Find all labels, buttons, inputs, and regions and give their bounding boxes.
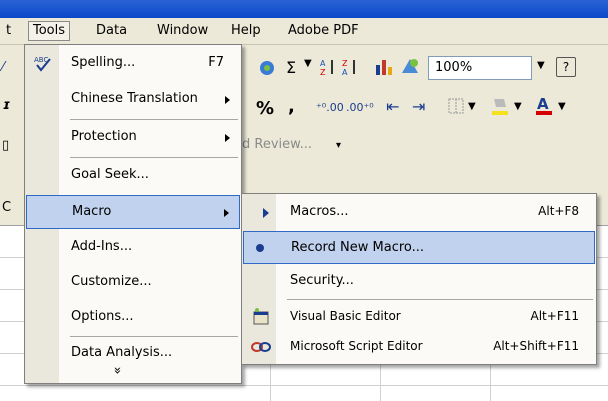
menu-item-label: Visual Basic Editor <box>290 309 401 323</box>
menu-item-label: Security... <box>290 273 354 288</box>
help-icon[interactable]: ? <box>556 57 576 77</box>
spelling-check-icon: ABC <box>34 56 51 72</box>
menu-item-label: Macros... <box>290 204 349 219</box>
menu-item-macros[interactable]: Macros... Alt+F8 <box>243 196 595 229</box>
menu-item-macro[interactable]: Macro <box>26 195 240 229</box>
visual-basic-editor-icon <box>253 308 269 325</box>
autosum-icon[interactable]: Σ <box>286 58 296 77</box>
menu-bar: t Tools Data Window Help Adobe PDF <box>0 18 608 45</box>
zoom-value: 100% <box>435 60 473 75</box>
menu-item-security[interactable]: Security... <box>243 265 595 298</box>
record-icon <box>256 244 264 252</box>
menu-tools[interactable]: Tools <box>28 21 71 41</box>
macro-submenu: Macros... Alt+F8 Record New Macro... Sec… <box>241 193 597 365</box>
menu-data[interactable]: Data <box>92 22 131 40</box>
menu-separator <box>70 157 238 158</box>
menu-item-label: Goal Seek... <box>71 167 149 182</box>
svg-text:Z: Z <box>320 68 326 77</box>
hyperlink-icon[interactable] <box>258 59 276 77</box>
svg-text:A: A <box>537 95 549 113</box>
menu-item-shortcut: Alt+Shift+F11 <box>493 339 579 353</box>
menu-item-visual-basic-editor[interactable]: Visual Basic Editor Alt+F11 <box>243 301 595 334</box>
svg-text:A: A <box>320 59 326 68</box>
sort-descending-icon[interactable]: Z A <box>342 57 358 77</box>
zoom-dropdown-icon[interactable]: ▼ <box>537 60 545 71</box>
font-color-dropdown-icon[interactable]: ▼ <box>558 101 566 112</box>
italic-button-partial[interactable]: ɪ <box>3 98 10 113</box>
autosum-dropdown-icon[interactable]: ▼ <box>304 58 312 69</box>
borders-icon[interactable] <box>448 98 464 114</box>
menu-item-label: Protection <box>71 129 137 144</box>
sort-ascending-icon[interactable]: A Z <box>320 57 336 77</box>
review-dropdown-icon[interactable]: ▾ <box>336 140 341 151</box>
fill-color-dropdown-icon[interactable]: ▼ <box>514 101 522 112</box>
menu-item-add-ins[interactable]: Add-Ins... <box>26 231 240 265</box>
menu-item-options[interactable]: Options... <box>26 301 240 335</box>
gridline <box>0 385 608 386</box>
menu-item-shortcut: Alt+F8 <box>538 204 579 218</box>
fill-color-icon[interactable] <box>490 95 510 117</box>
menu-item-label: Spelling... <box>71 55 136 70</box>
title-bar <box>0 0 608 18</box>
menu-item-label: Record New Macro... <box>291 240 425 255</box>
comma-style-button[interactable]: , <box>288 96 295 117</box>
menu-item-protection[interactable]: Protection <box>26 121 240 155</box>
menu-item-shortcut: F7 <box>208 55 224 70</box>
menu-item-spelling[interactable]: ABC Spelling... F7 <box>26 47 240 81</box>
toolbar-edge-icon[interactable]: ⁄ <box>2 60 4 75</box>
menu-separator <box>287 299 593 300</box>
menu-item-label: Chinese Translation <box>71 91 198 106</box>
menu-item-label: Macro <box>72 204 112 219</box>
svg-text:Z: Z <box>342 59 348 68</box>
expand-menu-chevron-icon[interactable]: » <box>109 367 124 375</box>
reply-with-changes-label[interactable]: d Review... <box>242 137 312 152</box>
drawing-icon[interactable] <box>400 57 420 77</box>
decrease-decimal-icon[interactable]: .00⁺⁰ <box>346 101 374 114</box>
menu-separator <box>70 119 238 120</box>
menu-window[interactable]: Window <box>153 22 212 40</box>
svg-text:A: A <box>342 68 348 77</box>
percent-style-button[interactable]: % <box>256 98 274 119</box>
run-macro-icon <box>263 208 269 218</box>
menu-file-partial[interactable]: t <box>2 22 15 40</box>
menu-item-customize[interactable]: Customize... <box>26 266 240 300</box>
toolbar-edge-icon[interactable]: ▯ <box>2 138 9 153</box>
font-color-icon[interactable]: A <box>534 95 554 117</box>
menu-help[interactable]: Help <box>227 22 265 40</box>
tools-menu: ABC Spelling... F7 Chinese Translation P… <box>24 44 242 384</box>
menu-item-chinese-translation[interactable]: Chinese Translation <box>26 83 240 117</box>
menu-item-goal-seek[interactable]: Goal Seek... <box>26 159 240 193</box>
menu-item-shortcut: Alt+F11 <box>530 309 579 323</box>
chart-wizard-icon[interactable] <box>374 57 394 77</box>
menu-item-data-analysis[interactable]: Data Analysis... <box>26 337 240 371</box>
menu-item-label: Options... <box>71 309 134 324</box>
decrease-indent-icon[interactable]: ⇤ <box>386 97 399 116</box>
menu-item-label: Microsoft Script Editor <box>290 339 423 353</box>
borders-dropdown-icon[interactable]: ▼ <box>468 101 476 112</box>
menu-item-label: Customize... <box>71 274 152 289</box>
script-editor-icon <box>251 342 271 352</box>
menu-item-microsoft-script-editor[interactable]: Microsoft Script Editor Alt+Shift+F11 <box>243 331 595 364</box>
increase-decimal-icon[interactable]: ⁺⁰.00 <box>316 101 344 114</box>
submenu-arrow-icon <box>224 209 229 217</box>
submenu-arrow-icon <box>225 96 230 104</box>
column-header-c[interactable]: C <box>2 200 11 215</box>
submenu-arrow-icon <box>225 134 230 142</box>
increase-indent-icon[interactable]: ⇥ <box>412 97 425 116</box>
menu-item-label: Data Analysis... <box>71 345 173 360</box>
menu-item-record-new-macro[interactable]: Record New Macro... <box>243 231 595 264</box>
menu-item-label: Add-Ins... <box>71 239 133 254</box>
menu-adobe-pdf[interactable]: Adobe PDF <box>284 22 363 40</box>
zoom-box[interactable]: 100% <box>428 56 532 80</box>
